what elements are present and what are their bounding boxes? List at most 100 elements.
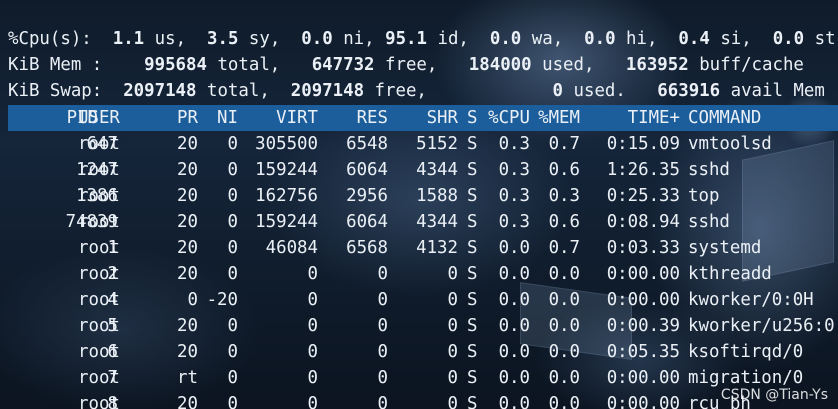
pr-cell: rt	[177, 368, 198, 388]
shr-cell: 0	[447, 290, 458, 310]
virt-cell: 162756	[255, 186, 318, 206]
state-cell: S	[467, 316, 478, 336]
header-cpu[interactable]: %CPU	[482, 105, 530, 131]
shr-cell: 4344	[416, 212, 458, 232]
cpu-cell: 0.0	[498, 394, 530, 409]
res-cell: 6064	[346, 212, 388, 232]
shr-cell: 1588	[416, 186, 458, 206]
process-row[interactable]: 4 root 0 -20 0 0 0 S 0.0 0.0 0:00.00 kwo…	[0, 287, 838, 313]
cpu-cell: 0.0	[498, 316, 530, 336]
mem-cell: 0.7	[548, 238, 580, 258]
command-cell: vmtoolsd	[688, 134, 772, 154]
pr-cell: 20	[177, 186, 198, 206]
res-cell: 0	[377, 342, 388, 362]
ni-cell: 0	[227, 394, 238, 409]
pr-cell: 20	[177, 134, 198, 154]
virt-cell: 0	[307, 264, 318, 284]
time-cell: 0:00.39	[606, 316, 680, 336]
ni-cell: 0	[227, 134, 238, 154]
swap-label: KiB Swap:	[8, 81, 103, 101]
pr-cell: 20	[177, 160, 198, 180]
header-shr[interactable]: SHR	[388, 105, 458, 131]
state-cell: S	[467, 342, 478, 362]
time-cell: 0:25.33	[606, 186, 680, 206]
user-cell: root	[78, 160, 120, 180]
mem-cell: 0.0	[548, 342, 580, 362]
cpu-cell: 0.0	[498, 342, 530, 362]
mem-cell: 0.3	[548, 186, 580, 206]
time-cell: 0:08.94	[606, 212, 680, 232]
virt-cell: 46084	[265, 238, 318, 258]
pr-cell: 20	[177, 342, 198, 362]
process-row[interactable]: 1 root 20 0 46084 6568 4132 S 0.0 0.7 0:…	[0, 235, 838, 261]
res-cell: 0	[377, 368, 388, 388]
state-cell: S	[467, 160, 478, 180]
user-cell: root	[78, 264, 120, 284]
state-cell: S	[467, 212, 478, 232]
ni-cell: -20	[206, 290, 238, 310]
header-res[interactable]: RES	[318, 105, 388, 131]
process-row[interactable]: 6 root 20 0 0 0 0 S 0.0 0.0 0:05.35 ksof…	[0, 339, 838, 365]
process-row[interactable]: 74839 root 20 0 159244 6064 4344 S 0.3 0…	[0, 209, 838, 235]
swap-free-label: free,	[374, 81, 427, 101]
pr-cell: 20	[177, 264, 198, 284]
virt-cell: 0	[307, 394, 318, 409]
user-cell: root	[78, 186, 120, 206]
ni-cell: 0	[227, 264, 238, 284]
cpu-cell: 0.3	[498, 160, 530, 180]
pr-cell: 20	[177, 394, 198, 409]
res-cell: 6064	[346, 160, 388, 180]
header-user[interactable]: USER	[78, 105, 168, 131]
cpu-cell: 0.0	[498, 238, 530, 258]
process-row[interactable]: 2 root 20 0 0 0 0 S 0.0 0.0 0:00.00 kthr…	[0, 261, 838, 287]
command-cell: kworker/u256:0	[688, 316, 835, 336]
process-row[interactable]: 8 root 20 0 0 0 0 S 0.0 0.0 0:00.00 rcu_…	[0, 391, 838, 409]
header-pr[interactable]: PR	[160, 105, 198, 131]
shr-cell: 5152	[416, 134, 458, 154]
virt-cell: 0	[307, 368, 318, 388]
cpu-cell: 0.0	[498, 368, 530, 388]
header-ni[interactable]: NI	[200, 105, 238, 131]
user-cell: root	[78, 134, 120, 154]
cpu-cell: 0.0	[498, 264, 530, 284]
cpu-cell: 0.3	[498, 212, 530, 232]
process-row[interactable]: 1247 root 20 0 159244 6064 4344 S 0.3 0.…	[0, 157, 838, 183]
ni-cell: 0	[227, 212, 238, 232]
process-row[interactable]: 1386 root 20 0 162756 2956 1588 S 0.3 0.…	[0, 183, 838, 209]
header-time[interactable]: TIME+	[580, 105, 680, 131]
header-mem[interactable]: %MEM	[532, 105, 580, 131]
time-cell: 0:00.00	[606, 264, 680, 284]
shr-cell: 0	[447, 394, 458, 409]
ni-cell: 0	[227, 368, 238, 388]
res-cell: 2956	[346, 186, 388, 206]
command-cell: sshd	[688, 160, 730, 180]
cpu-summary-line: %Cpu(s): 1.1 us, 3.5 sy, 0.0 ni, 95.1 id…	[8, 0, 836, 49]
cpu-cell: 0.0	[498, 290, 530, 310]
header-virt[interactable]: VIRT	[238, 105, 318, 131]
mem-cell: 0.0	[548, 316, 580, 336]
command-cell: sshd	[688, 212, 730, 232]
ni-cell: 0	[227, 160, 238, 180]
swap-used-label: used.	[573, 81, 626, 101]
ni-cell: 0	[227, 342, 238, 362]
shr-cell: 0	[447, 316, 458, 336]
header-command[interactable]: COMMAND	[688, 105, 838, 131]
process-row[interactable]: 5 root 20 0 0 0 0 S 0.0 0.0 0:00.39 kwor…	[0, 313, 838, 339]
swap-avail-value: 663916	[657, 81, 721, 101]
time-cell: 0:05.35	[606, 342, 680, 362]
time-cell: 0:00.00	[606, 368, 680, 388]
virt-cell: 0	[307, 342, 318, 362]
mem-cell: 0.0	[548, 368, 580, 388]
time-cell: 0:03.33	[606, 238, 680, 258]
process-row[interactable]: 7 root rt 0 0 0 0 S 0.0 0.0 0:00.00 migr…	[0, 365, 838, 391]
res-cell: 0	[377, 316, 388, 336]
swap-used-value: 0	[552, 81, 564, 101]
state-cell: S	[467, 368, 478, 388]
virt-cell: 159244	[255, 160, 318, 180]
virt-cell: 0	[307, 316, 318, 336]
process-row[interactable]: 647 root 20 0 305500 6548 5152 S 0.3 0.7…	[0, 131, 838, 157]
header-s[interactable]: S	[467, 105, 483, 131]
res-cell: 0	[377, 264, 388, 284]
user-cell: root	[78, 212, 120, 232]
state-cell: S	[467, 264, 478, 284]
